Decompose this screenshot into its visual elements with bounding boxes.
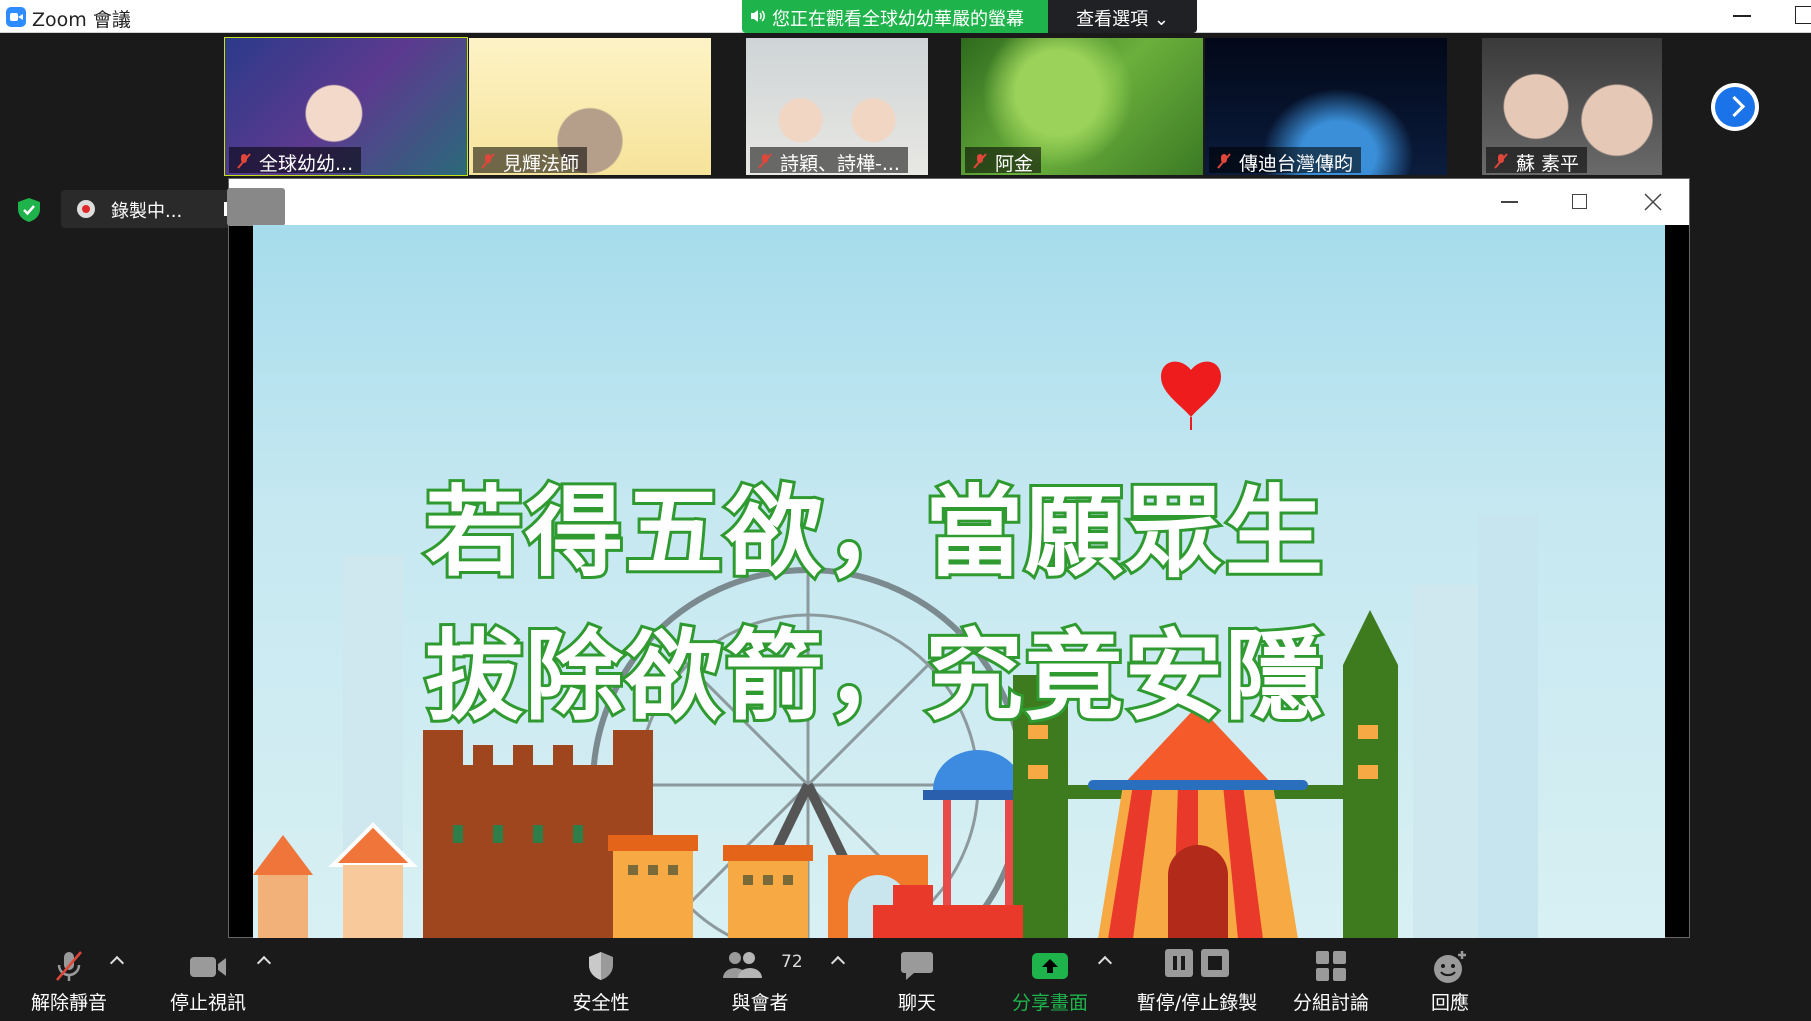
participant-name: 傳迪台灣傳昀 <box>1239 153 1354 175</box>
participant-name-tag: 全球幼幼... <box>229 147 362 175</box>
share-screen-button[interactable]: 分享畫面 <box>1003 938 1097 1021</box>
shared-window-close-icon <box>1644 193 1662 211</box>
participant-name: 蘇 素平 <box>1516 153 1580 175</box>
participant-tile[interactable]: 全球幼幼... <box>224 37 468 176</box>
zoom-app-icon <box>6 7 26 27</box>
share-options-chevron-up-icon[interactable] <box>1097 955 1113 971</box>
breakout-rooms-label: 分組討論 <box>1292 992 1369 1014</box>
security-label: 安全性 <box>572 992 630 1014</box>
muted-mic-icon <box>973 153 987 169</box>
breakout-rooms-icon <box>1316 951 1346 981</box>
next-page-button[interactable] <box>1711 83 1759 131</box>
stop-video-label: 停止視訊 <box>169 992 246 1014</box>
pause-stop-recording-label: 暫停/停止錄製 <box>1136 992 1258 1014</box>
stop-video-button[interactable]: 停止視訊 <box>163 938 253 1021</box>
chat-button[interactable]: 聊天 <box>872 938 962 1021</box>
presentation-slide: 若得五欲，當願眾生 拔除欲箭，究竟安隱 <box>253 225 1665 939</box>
viewing-banner: 您正在觀看全球幼幼華嚴的螢幕 查看選項 ⌄ <box>742 0 1197 33</box>
unmute-label: 解除靜音 <box>30 992 107 1014</box>
view-options-button[interactable]: 查看選項 ⌄ <box>1048 0 1197 33</box>
participant-name-tag: 傳迪台灣傳昀 <box>1209 147 1362 175</box>
speaker-icon <box>751 10 765 22</box>
record-icon <box>77 200 95 218</box>
shared-window-titlebar <box>229 179 1689 225</box>
participant-name: 阿金 <box>995 153 1034 175</box>
chat-bubble-icon <box>901 952 933 980</box>
slide-text-line-2: 拔除欲箭，究竟安隱 <box>422 597 1326 739</box>
encryption-shield-icon[interactable] <box>15 196 43 224</box>
shared-app-thumbnail-icon <box>227 188 285 226</box>
reaction-smiley-icon <box>1434 951 1466 983</box>
participant-tile[interactable]: 蘇 素平 <box>1482 38 1662 175</box>
participant-tile[interactable]: 傳迪台灣傳昀 <box>1205 38 1447 175</box>
muted-microphone-icon <box>56 951 82 981</box>
participants-button[interactable]: 72 與會者 <box>712 938 808 1021</box>
recording-label: 錄製中... <box>111 201 183 222</box>
share-screen-icon <box>1032 953 1068 979</box>
muted-mic-icon <box>758 153 772 169</box>
participant-name-tag: 見輝法師 <box>473 147 588 175</box>
shared-window-minimize-icon <box>1501 201 1518 203</box>
maximize-window-button[interactable] <box>1795 6 1811 24</box>
participants-label: 與會者 <box>731 992 789 1014</box>
viewing-status: 您正在觀看全球幼幼華嚴的螢幕 <box>742 0 1048 33</box>
slide-text-line-2-content: 拔除欲箭，究竟安隱 <box>422 617 1326 737</box>
viewing-status-text: 您正在觀看全球幼幼華嚴的螢幕 <box>772 9 1024 30</box>
share-screen-label: 分享畫面 <box>1011 992 1088 1014</box>
minimize-window-button[interactable] <box>1733 15 1751 17</box>
participant-tile[interactable]: 阿金 <box>961 38 1203 175</box>
video-camera-icon <box>190 957 226 977</box>
participant-name: 見輝法師 <box>503 153 580 175</box>
unmute-button[interactable]: 解除靜音 <box>24 938 114 1021</box>
pause-stop-icon <box>1165 949 1229 977</box>
muted-mic-icon <box>237 153 251 169</box>
breakout-rooms-button[interactable]: 分組討論 <box>1286 938 1376 1021</box>
muted-mic-icon <box>1494 153 1508 169</box>
pause-stop-recording-button[interactable]: 暫停/停止錄製 <box>1130 938 1264 1021</box>
participant-name: 詩穎、詩樺-... <box>780 153 900 175</box>
security-shield-icon <box>589 952 613 980</box>
participant-name-tag: 詩穎、詩樺-... <box>750 147 908 175</box>
participants-count: 72 <box>781 952 803 972</box>
participant-name-tag: 蘇 素平 <box>1486 147 1588 175</box>
video-options-chevron-up-icon[interactable] <box>256 955 272 971</box>
window-title: Zoom 會議 <box>32 9 131 31</box>
participants-icon <box>723 952 762 978</box>
reactions-label: 回應 <box>1430 992 1469 1014</box>
participant-tile[interactable]: 詩穎、詩樺-... <box>746 38 928 175</box>
shared-window-maximize-icon <box>1572 194 1587 209</box>
security-button[interactable]: 安全性 <box>556 938 646 1021</box>
slide-text-line-1-content: 若得五欲，當願眾生 <box>422 473 1326 593</box>
muted-mic-icon <box>481 153 495 169</box>
meeting-toolbar: 解除靜音 停止視訊 安全性 72 與會者 聊天 分享畫面 暫停/停止錄製 分組討… <box>0 938 1811 1021</box>
participant-name-tag: 阿金 <box>965 147 1042 175</box>
participant-tile[interactable]: 見輝法師 <box>469 38 711 175</box>
reactions-button[interactable]: 回應 <box>1405 938 1495 1021</box>
slide-text-line-1: 若得五欲，當願眾生 <box>422 453 1326 595</box>
shared-screen-window: 若得五欲，當願眾生 拔除欲箭，究竟安隱 <box>227 178 1690 939</box>
chevron-right-icon <box>1715 87 1755 127</box>
participants-options-chevron-up-icon[interactable] <box>830 955 846 971</box>
participant-name: 全球幼幼... <box>259 153 354 175</box>
muted-mic-icon <box>1217 153 1231 169</box>
chat-label: 聊天 <box>897 992 936 1014</box>
